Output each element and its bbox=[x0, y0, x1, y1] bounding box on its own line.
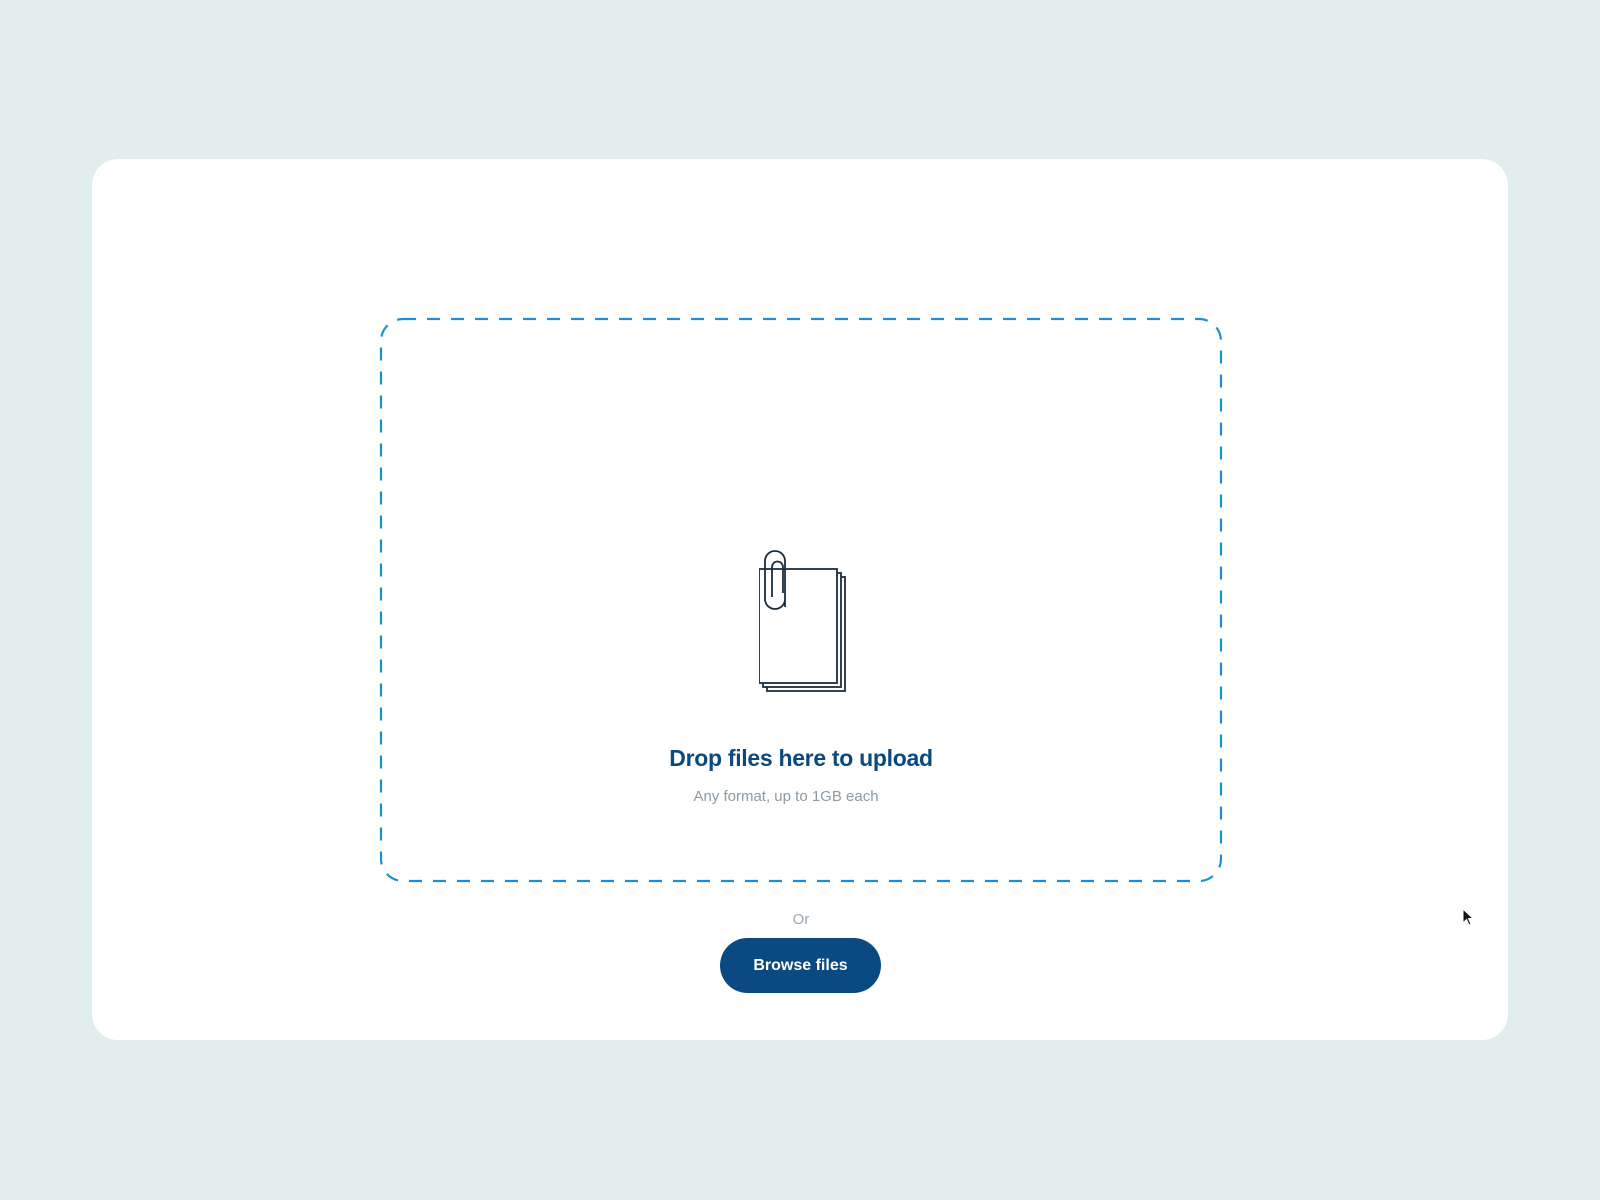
drop-title: Drop files here to upload bbox=[669, 745, 933, 771]
drop-zone[interactable]: Drop files here to upload Any format, up… bbox=[379, 317, 1223, 993]
upload-card: Drop files here to upload Any format, up… bbox=[92, 159, 1508, 1040]
browse-files-button[interactable]: Browse files bbox=[720, 938, 881, 993]
paperclip-documents-icon bbox=[759, 550, 846, 692]
drop-subtitle: Any format, up to 1GB each bbox=[693, 788, 879, 805]
arrow-cursor-icon bbox=[1462, 908, 1475, 926]
or-separator: Or bbox=[792, 911, 810, 928]
